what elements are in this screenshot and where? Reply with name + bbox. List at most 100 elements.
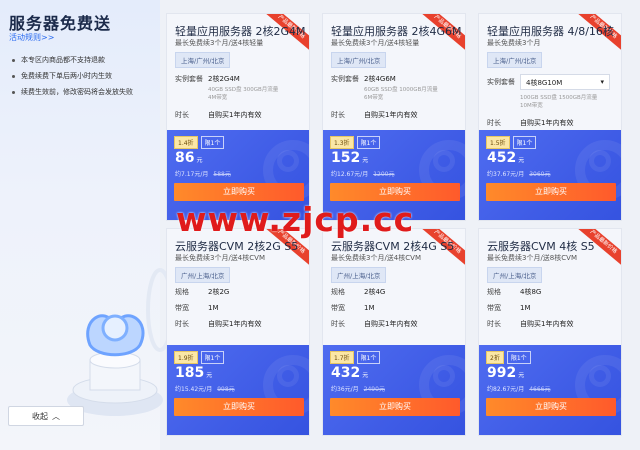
collapse-button[interactable]: 收起 ︿ bbox=[8, 406, 84, 426]
price-value: 992 bbox=[487, 365, 517, 381]
duration-value: 自购买1年内有效 bbox=[208, 320, 262, 328]
region-badge: 上海/广州/北京 bbox=[331, 52, 387, 68]
limit-badge: 限1个 bbox=[356, 351, 381, 364]
price: 152 元 bbox=[331, 150, 368, 166]
card-subtitle: 最长免费续3个月/送4核CVM bbox=[331, 254, 421, 262]
duration-label: 时长 bbox=[331, 320, 345, 328]
spec-label: 实例套餐 bbox=[487, 78, 515, 86]
spec-row: 实例套餐 2核2G4M bbox=[175, 74, 240, 84]
original-price: 998元 bbox=[217, 386, 235, 393]
price-value: 452 bbox=[487, 150, 517, 166]
duration-label: 时长 bbox=[331, 111, 345, 119]
discount-badge: 2折 bbox=[486, 351, 504, 364]
decor-ring bbox=[277, 150, 299, 172]
card-title: 轻量应用服务器 4/8/16核 bbox=[487, 25, 614, 38]
discount-badge: 1.4折 bbox=[174, 136, 198, 149]
duration-value: 自购买1年内有效 bbox=[364, 320, 418, 328]
buy-button[interactable]: 立即购买 bbox=[486, 398, 616, 416]
chevron-up-icon: ︿ bbox=[52, 411, 60, 421]
duration-row: 时长 自购买1年内有效 bbox=[487, 319, 573, 329]
buy-button[interactable]: 立即购买 bbox=[330, 398, 460, 416]
collapse-label: 收起 bbox=[32, 411, 48, 421]
card-title: 云服务器CVM 4核 S5 bbox=[487, 240, 595, 253]
note-item: 续费生效前，修改密码将会发放失败 bbox=[11, 84, 133, 100]
duration-row: 时长 自购买1年内有效 bbox=[487, 118, 573, 128]
bandwidth-label: 带宽 bbox=[175, 304, 189, 312]
product-card: 产品最新价格 轻量应用服务器 4/8/16核 最长免费续3个月 上海/广州/北京… bbox=[478, 13, 622, 221]
decor-ring bbox=[433, 365, 455, 387]
bandwidth-value: 1M bbox=[364, 304, 375, 312]
price-unit: 元 bbox=[196, 157, 203, 164]
spec-label: 规格 bbox=[331, 288, 345, 296]
spec-value: 2核4G bbox=[364, 288, 386, 296]
per-month: 约37.67元/月 3060元 bbox=[487, 169, 550, 178]
duration-label: 时长 bbox=[175, 111, 189, 119]
discount-badge: 1.9折 bbox=[174, 351, 198, 364]
spec-note: 100GB SSD盘 1500GB月流量 10M带宽 bbox=[520, 95, 598, 109]
original-price: 1200元 bbox=[373, 171, 395, 178]
sidebar-title: 服务器免费送 bbox=[9, 14, 112, 33]
caret-down-icon: ▾ bbox=[600, 78, 604, 86]
region-badge: 广州/上海/北京 bbox=[331, 267, 387, 283]
spec-value: 2核2G4M bbox=[208, 75, 240, 83]
decor-ring bbox=[589, 365, 611, 387]
buy-button[interactable]: 立即购买 bbox=[174, 183, 304, 201]
spec-row: 规格 4核8G bbox=[487, 287, 541, 297]
region-badge: 上海/广州/北京 bbox=[175, 52, 231, 68]
original-price: 2490元 bbox=[363, 386, 385, 393]
duration-row: 时长 自购买1年内有效 bbox=[331, 110, 417, 120]
original-price: 3060元 bbox=[529, 171, 551, 178]
bandwidth-row: 带宽 1M bbox=[331, 303, 375, 313]
limit-badge: 限1个 bbox=[512, 136, 537, 149]
product-card: 产品最新价格 云服务器CVM 4核 S5 最长免费续3个月/送8核CVM 广州/… bbox=[478, 228, 622, 436]
region-badge: 上海/广州/北京 bbox=[487, 52, 543, 68]
price-value: 432 bbox=[331, 365, 361, 381]
spec-note: 60GB SSD盘 1000GB月流量 6M带宽 bbox=[364, 87, 438, 101]
product-card: 产品最新价格 轻量应用服务器 2核2G4M 最长免费续3个月/送4核轻量 上海/… bbox=[166, 13, 310, 221]
buy-button[interactable]: 立即购买 bbox=[330, 183, 460, 201]
spec-row: 规格 2核2G bbox=[175, 287, 229, 297]
duration-value: 自购买1年内有效 bbox=[208, 111, 262, 119]
duration-row: 时长 自购买1年内有效 bbox=[331, 319, 417, 329]
discount-badge: 1.7折 bbox=[330, 351, 354, 364]
price-panel: 1.5折 限1个 452 元 约37.67元/月 3060元 立即购买 bbox=[479, 130, 621, 220]
spec-label: 规格 bbox=[175, 288, 189, 296]
price-unit: 元 bbox=[362, 372, 369, 379]
card-title: 轻量应用服务器 2核2G4M bbox=[175, 25, 306, 38]
price: 86 元 bbox=[175, 150, 203, 166]
spec-row: 实例套餐 bbox=[487, 77, 520, 87]
price-value: 185 bbox=[175, 365, 205, 381]
card-subtitle: 最长免费续3个月/送8核CVM bbox=[487, 254, 577, 262]
rules-link[interactable]: 活动规则>> bbox=[9, 32, 54, 43]
spec-value: 4核8G bbox=[520, 288, 542, 296]
per-month: 约12.67元/月 1200元 bbox=[331, 169, 394, 178]
duration-label: 时长 bbox=[487, 320, 501, 328]
discount-badge: 1.5折 bbox=[486, 136, 510, 149]
cloud-illustration bbox=[67, 268, 170, 416]
spec-select[interactable]: 4核8G10M ▾ bbox=[520, 74, 610, 90]
price: 432 元 bbox=[331, 365, 368, 381]
spec-row: 实例套餐 2核4G6M bbox=[331, 74, 396, 84]
buy-button[interactable]: 立即购买 bbox=[174, 398, 304, 416]
price-value: 152 bbox=[331, 150, 361, 166]
duration-label: 时长 bbox=[487, 119, 501, 127]
spec-select-value: 4核8G10M bbox=[526, 79, 563, 87]
per-month-value: 约82.67元/月 bbox=[487, 386, 525, 393]
card-subtitle: 最长免费续3个月 bbox=[487, 39, 541, 47]
per-month-value: 约12.67元/月 bbox=[331, 171, 369, 178]
discount-badge: 1.3折 bbox=[330, 136, 354, 149]
per-month: 约7.17元/月 588元 bbox=[175, 169, 231, 178]
bandwidth-value: 1M bbox=[520, 304, 531, 312]
per-month-value: 约36元/月 bbox=[331, 386, 359, 393]
decor-ring bbox=[433, 150, 455, 172]
price: 185 元 bbox=[175, 365, 212, 381]
card-subtitle: 最长免费续3个月/送4核CVM bbox=[175, 254, 265, 262]
per-month: 约82.67元/月 4666元 bbox=[487, 384, 550, 393]
buy-button[interactable]: 立即购买 bbox=[486, 183, 616, 201]
card-subtitle: 最长免费续3个月/送4核轻量 bbox=[175, 39, 264, 47]
duration-value: 自购买1年内有效 bbox=[364, 111, 418, 119]
bandwidth-label: 带宽 bbox=[487, 304, 501, 312]
card-title: 云服务器CVM 2核2G S5 bbox=[175, 240, 299, 253]
price: 992 元 bbox=[487, 365, 524, 381]
bandwidth-row: 带宽 1M bbox=[487, 303, 531, 313]
